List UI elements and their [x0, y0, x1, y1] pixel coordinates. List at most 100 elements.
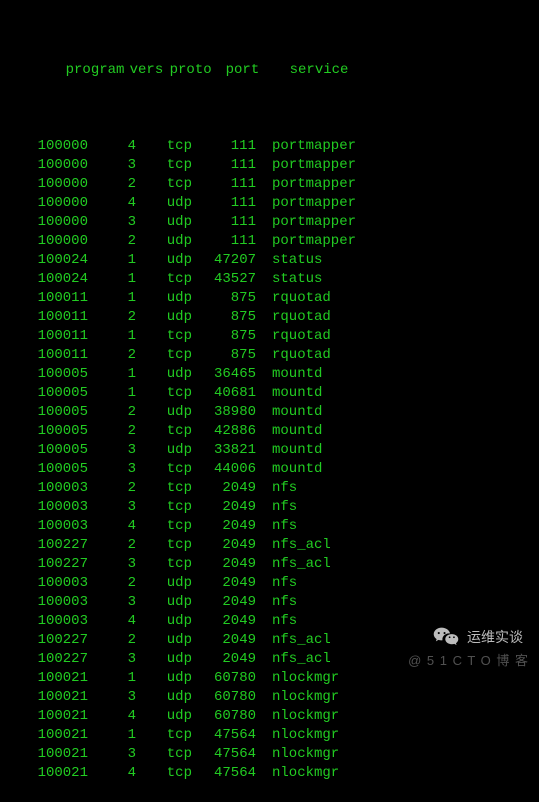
- cell-port: 2049: [192, 555, 256, 574]
- watermark-corner: @ 5 1 C T O 博 客: [408, 651, 529, 670]
- table-row: 1000052tcp42886mountd: [0, 422, 539, 441]
- cell-proto: tcp: [136, 346, 192, 365]
- cell-program: 100000: [0, 175, 88, 194]
- cell-proto: tcp: [136, 726, 192, 745]
- cell-vers: 2: [88, 232, 136, 251]
- cell-vers: 1: [88, 270, 136, 289]
- cell-proto: tcp: [136, 764, 192, 783]
- cell-port: 43527: [192, 270, 256, 289]
- table-row: 1002273tcp2049nfs_acl: [0, 555, 539, 574]
- cell-proto: udp: [136, 251, 192, 270]
- cell-service: portmapper: [256, 175, 356, 194]
- header-service: service: [282, 61, 349, 80]
- cell-proto: udp: [136, 365, 192, 384]
- cell-proto: tcp: [136, 536, 192, 555]
- cell-proto: udp: [136, 612, 192, 631]
- cell-proto: udp: [136, 194, 192, 213]
- cell-service: nfs_acl: [256, 536, 331, 555]
- cell-proto: udp: [136, 289, 192, 308]
- table-row: 1002272tcp2049nfs_acl: [0, 536, 539, 555]
- cell-vers: 2: [88, 308, 136, 327]
- cell-vers: 4: [88, 137, 136, 156]
- cell-vers: 1: [88, 327, 136, 346]
- cell-proto: tcp: [136, 745, 192, 764]
- cell-service: nlockmgr: [256, 745, 339, 764]
- cell-vers: 2: [88, 175, 136, 194]
- table-row: 1000051tcp40681mountd: [0, 384, 539, 403]
- table-row: 1000112tcp875rquotad: [0, 346, 539, 365]
- cell-port: 44006: [192, 460, 256, 479]
- cell-program: 100011: [0, 327, 88, 346]
- cell-program: 100021: [0, 764, 88, 783]
- cell-service: nfs: [256, 517, 297, 536]
- watermark-text: 运维实谈: [467, 628, 523, 647]
- cell-port: 111: [192, 175, 256, 194]
- cell-port: 2049: [192, 479, 256, 498]
- table-row: 1000053tcp44006mountd: [0, 460, 539, 479]
- cell-service: mountd: [256, 384, 322, 403]
- cell-vers: 3: [88, 460, 136, 479]
- table-row: 1000002udp111portmapper: [0, 232, 539, 251]
- cell-service: portmapper: [256, 232, 356, 251]
- cell-vers: 2: [88, 422, 136, 441]
- cell-program: 100003: [0, 593, 88, 612]
- cell-service: rquotad: [256, 346, 331, 365]
- terminal-output: programversprotoportservice 1000004tcp11…: [0, 0, 539, 802]
- cell-program: 100021: [0, 669, 88, 688]
- cell-port: 38980: [192, 403, 256, 422]
- cell-port: 2049: [192, 517, 256, 536]
- cell-program: 100000: [0, 213, 88, 232]
- cell-proto: tcp: [136, 498, 192, 517]
- cell-proto: tcp: [136, 156, 192, 175]
- cell-program: 100003: [0, 517, 88, 536]
- cell-port: 111: [192, 213, 256, 232]
- cell-program: 100003: [0, 498, 88, 517]
- cell-vers: 2: [88, 631, 136, 650]
- cell-port: 2049: [192, 593, 256, 612]
- cell-port: 2049: [192, 536, 256, 555]
- cell-vers: 3: [88, 156, 136, 175]
- table-row: 1000213udp60780nlockmgr: [0, 688, 539, 707]
- cell-program: 100011: [0, 346, 88, 365]
- cell-port: 47207: [192, 251, 256, 270]
- cell-port: 2049: [192, 574, 256, 593]
- table-row: 1000002tcp111portmapper: [0, 175, 539, 194]
- cell-port: 875: [192, 308, 256, 327]
- cell-program: 100003: [0, 479, 88, 498]
- cell-vers: 1: [88, 289, 136, 308]
- cell-port: 33821: [192, 441, 256, 460]
- table-row: 1000033udp2049nfs: [0, 593, 539, 612]
- cell-proto: udp: [136, 650, 192, 669]
- cell-port: 36465: [192, 365, 256, 384]
- cell-service: portmapper: [256, 213, 356, 232]
- cell-service: mountd: [256, 460, 322, 479]
- cell-vers: 3: [88, 650, 136, 669]
- cell-service: nlockmgr: [256, 669, 339, 688]
- cell-port: 875: [192, 289, 256, 308]
- cell-service: portmapper: [256, 194, 356, 213]
- cell-proto: udp: [136, 308, 192, 327]
- cell-vers: 1: [88, 384, 136, 403]
- cell-vers: 3: [88, 688, 136, 707]
- cell-port: 2049: [192, 612, 256, 631]
- table-row: 1000032tcp2049nfs: [0, 479, 539, 498]
- cell-proto: udp: [136, 232, 192, 251]
- cell-vers: 4: [88, 764, 136, 783]
- cell-vers: 2: [88, 479, 136, 498]
- cell-service: nfs_acl: [256, 631, 331, 650]
- cell-vers: 2: [88, 574, 136, 593]
- cell-program: 100000: [0, 156, 88, 175]
- header-vers: vers: [130, 61, 170, 80]
- cell-service: rquotad: [256, 308, 331, 327]
- table-row: 1000112udp875rquotad: [0, 308, 539, 327]
- cell-port: 2049: [192, 650, 256, 669]
- cell-port: 875: [192, 346, 256, 365]
- table-row: 1000214tcp47564nlockmgr: [0, 764, 539, 783]
- cell-port: 111: [192, 194, 256, 213]
- cell-port: 2049: [192, 631, 256, 650]
- cell-program: 100005: [0, 403, 88, 422]
- cell-proto: udp: [136, 213, 192, 232]
- cell-port: 111: [192, 156, 256, 175]
- cell-program: 100000: [0, 232, 88, 251]
- cell-program: 100021: [0, 726, 88, 745]
